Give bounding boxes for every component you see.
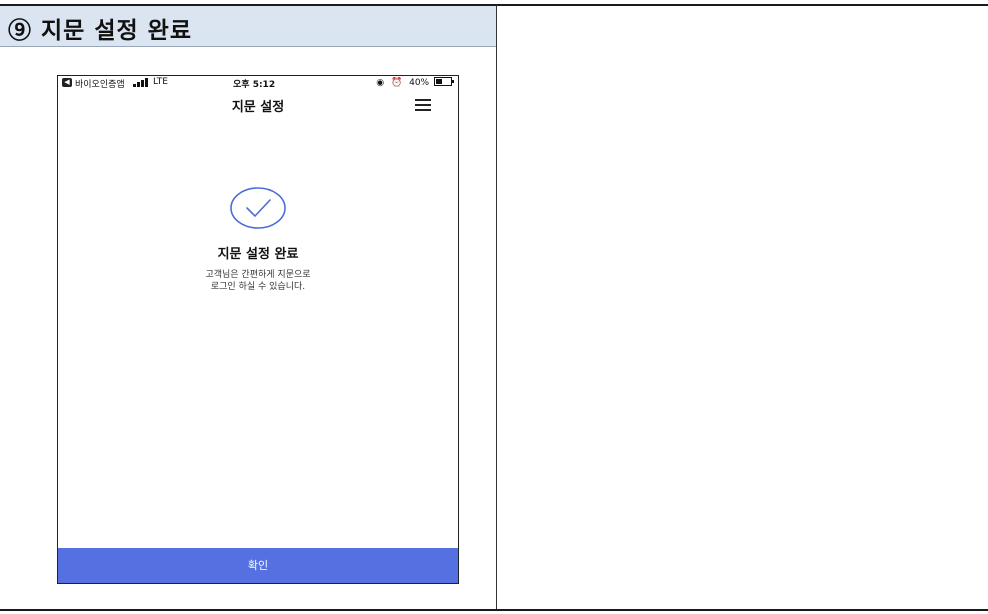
battery-icon — [434, 77, 454, 86]
status-time: 오후 5:12 — [233, 80, 276, 90]
section-title: ⑨ 지문 설정 완료 — [8, 17, 192, 44]
section-header-cell: ⑨ 지문 설정 완료 — [0, 6, 496, 47]
description-line-2: 로그인 하실 수 있습니다. — [210, 282, 306, 292]
status-right-group: ◉ ⏰ 40% — [376, 77, 454, 88]
screen-title: 지문 설정 — [231, 100, 285, 115]
confirm-button[interactable]: 확인 — [58, 548, 458, 583]
description-line-1: 고객님은 간편하게 지문으로 — [205, 270, 311, 280]
hamburger-menu-icon[interactable] — [415, 99, 431, 111]
table-column-divider — [496, 5, 497, 610]
alarm-icon: ⏰ — [391, 78, 403, 88]
status-bar: ◀ 바이오인증앱 LTE 오후 5:12 ◉ ⏰ 40% — [58, 76, 458, 90]
completion-description: 고객님은 간편하게 지문으로 로그인 하실 수 있습니다. — [58, 269, 458, 293]
completion-title: 지문 설정 완료 — [217, 247, 299, 262]
lock-rotation-icon: ◉ — [376, 78, 385, 88]
phone-screenshot: ◀ 바이오인증앱 LTE 오후 5:12 ◉ ⏰ 40% 지문 설정 지문 설정… — [57, 75, 459, 584]
back-to-app-icon[interactable]: ◀ — [62, 78, 72, 87]
table-bottom-rule — [0, 609, 988, 611]
battery-percent: 40% — [409, 78, 430, 88]
back-app-label[interactable]: 바이오인증앱 — [75, 77, 125, 90]
signal-strength-icon — [133, 78, 149, 88]
check-circle-icon — [230, 187, 286, 229]
document-page: ⑨ 지문 설정 완료 ◀ 바이오인증앱 LTE 오후 5:12 ◉ ⏰ 40% … — [0, 0, 988, 614]
network-type: LTE — [153, 77, 168, 87]
